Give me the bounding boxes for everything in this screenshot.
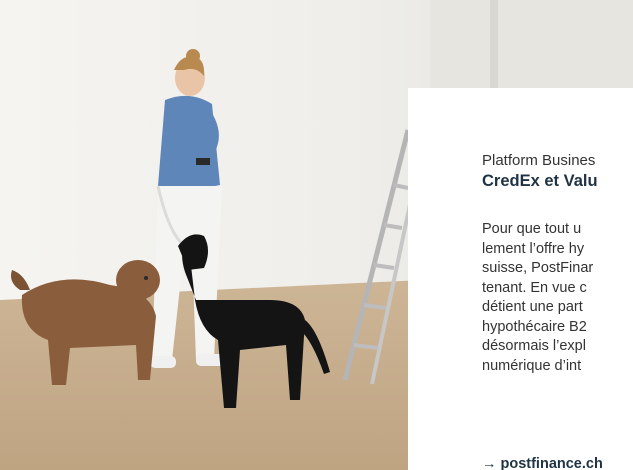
headline: CredEx et Valu bbox=[482, 172, 598, 190]
link-url: postfinance.ch bbox=[500, 456, 603, 470]
arrow-right-icon: → bbox=[482, 456, 497, 470]
body-line: détient une part bbox=[482, 299, 583, 315]
body-line: numérique d’int bbox=[482, 357, 582, 374]
body-line: Pour que tout u bbox=[482, 221, 582, 237]
text-card: Platform Busines CredEx et Valu Pour que… bbox=[408, 88, 633, 470]
body-text: Pour que tout u lement l’offre hy suisse… bbox=[482, 220, 633, 376]
eyebrow-label: Platform Busines bbox=[482, 152, 596, 169]
body-line: hypothécaire B2 bbox=[482, 318, 587, 335]
body-line: lement l’offre hy bbox=[482, 240, 585, 257]
advertisement-panel: Platform Busines CredEx et Valu Pour que… bbox=[0, 0, 633, 470]
body-line: tenant. En vue c bbox=[482, 279, 587, 296]
body-line: désormais l’expl bbox=[482, 338, 586, 354]
body-line: suisse, PostFinar bbox=[482, 260, 594, 276]
postfinance-link[interactable]: → postfinance.ch bbox=[482, 456, 603, 470]
